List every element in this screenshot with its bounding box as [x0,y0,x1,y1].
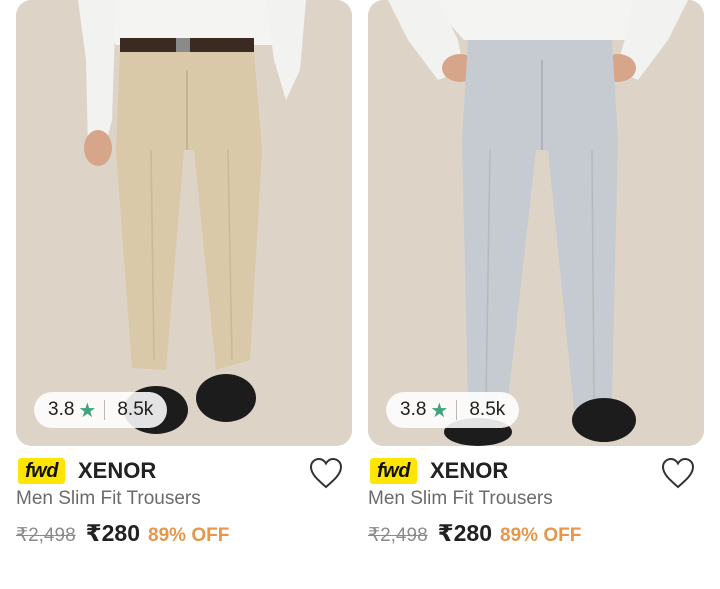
product-title: Men Slim Fit Trousers [368,488,553,509]
star-icon: ★ [430,399,449,422]
star-icon: ★ [78,399,97,422]
original-price: ₹2,498 [16,525,76,546]
discount-label: 89% OFF [500,525,582,546]
price-row: ₹2,498 ₹280 89% OFF [368,520,581,547]
product-card[interactable]: 3.8 ★ 8.5k fwd XENOR Men Slim Fit Trouse… [16,0,352,546]
rating-count: 8.5k [469,399,506,420]
brand-row: fwd XENOR [16,456,352,489]
trousers-photo [368,0,704,446]
wishlist-button[interactable] [308,456,344,490]
rating-divider [456,400,458,420]
trousers-photo [16,0,352,446]
brand-name: XENOR [430,458,509,483]
rating-value: 3.8 [400,399,427,420]
heart-icon [661,457,695,489]
brand-row: fwd XENOR [368,456,704,489]
product-image[interactable]: 3.8 ★ 8.5k [16,0,352,446]
rating-pill: 3.8 ★ 8.5k [386,392,520,428]
fwd-badge: fwd [370,458,417,484]
sale-price: ₹280 [437,520,493,546]
product-image[interactable]: 3.8 ★ 8.5k [368,0,704,446]
fwd-badge: fwd [18,458,65,484]
discount-label: 89% OFF [148,525,230,546]
rating-divider [104,400,106,420]
product-title: Men Slim Fit Trousers [16,488,201,509]
rating-value: 3.8 [48,399,75,420]
wishlist-button[interactable] [660,456,696,490]
heart-icon [309,457,343,489]
brand-name: XENOR [78,458,157,483]
price-row: ₹2,498 ₹280 89% OFF [16,520,229,547]
original-price: ₹2,498 [368,525,428,546]
sale-price: ₹280 [85,520,141,546]
rating-count: 8.5k [117,399,154,420]
product-card[interactable]: 3.8 ★ 8.5k fwd XENOR Men Slim Fit Trouse… [368,0,704,546]
rating-pill: 3.8 ★ 8.5k [34,392,168,428]
